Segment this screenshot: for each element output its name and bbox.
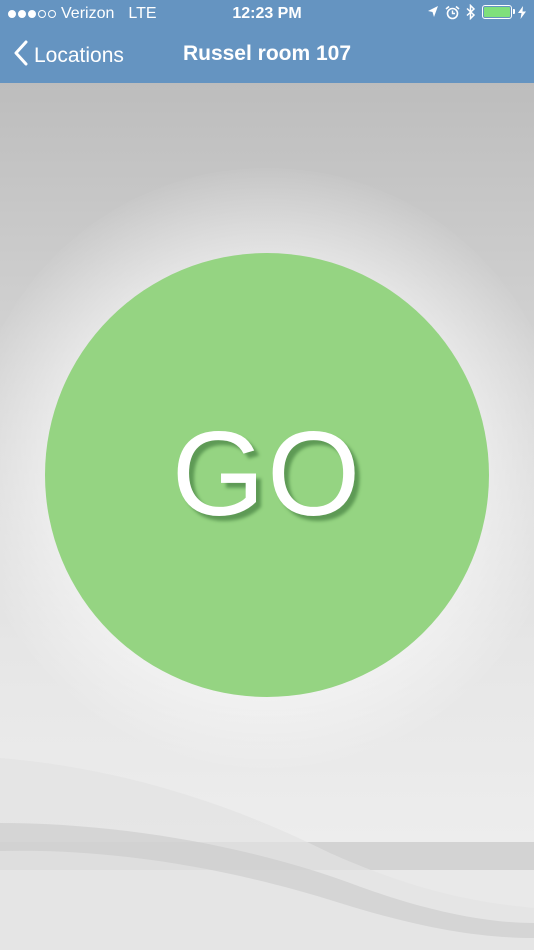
status-bar: Verizon LTE 12:23 PM — [0, 0, 534, 28]
header: Verizon LTE 12:23 PM Locations Russel ro… — [0, 0, 534, 83]
page-title: Russel room 107 — [182, 42, 352, 65]
alarm-clock-icon — [445, 5, 460, 20]
charging-bolt-icon — [518, 5, 526, 19]
battery-level — [484, 7, 510, 17]
battery-tip — [513, 9, 515, 14]
navigation-bar: Locations Russel room 107 — [0, 28, 534, 83]
location-arrow-icon — [427, 5, 439, 19]
go-label: GO — [171, 407, 363, 541]
bluetooth-icon — [466, 4, 476, 20]
background-waves — [0, 758, 534, 950]
status-right — [427, 4, 526, 20]
go-button[interactable]: GO — [45, 253, 489, 697]
battery-icon — [482, 5, 515, 19]
main-content: GO — [0, 83, 534, 950]
